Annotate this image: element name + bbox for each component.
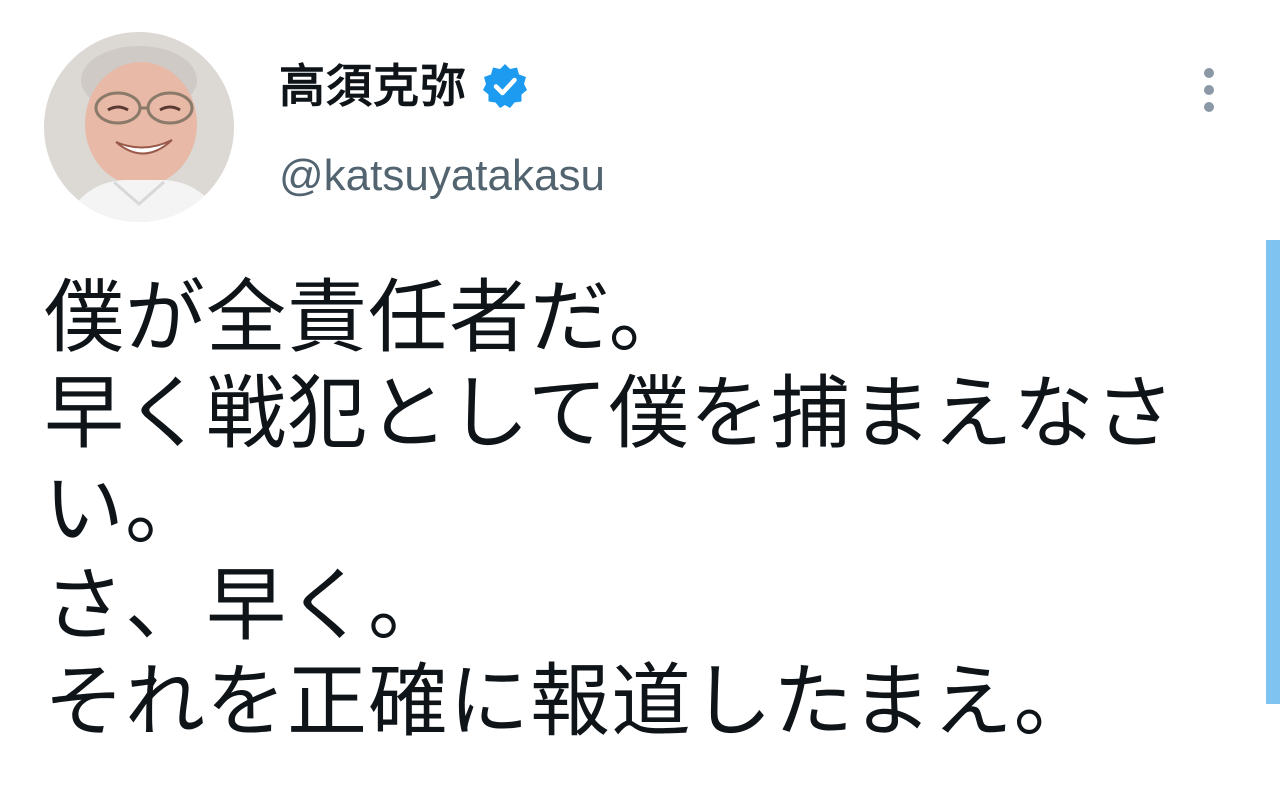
author-handle[interactable]: @katsuyatakasu <box>279 146 605 206</box>
display-name-row: 高須克弥 <box>279 56 605 116</box>
verified-badge-icon <box>481 62 529 110</box>
more-dot-3 <box>1204 102 1214 112</box>
more-options-icon[interactable] <box>1188 62 1230 118</box>
more-dot-1 <box>1204 68 1214 78</box>
tweet-line-5: それを正確に報道したまえ。 <box>44 655 1095 748</box>
tweet-line-3: い。 <box>44 463 206 556</box>
more-dot-2 <box>1204 85 1214 95</box>
tweet-line-1: 僕が全責任者だ。 <box>44 271 690 364</box>
author-display-name[interactable]: 高須克弥 <box>279 56 467 116</box>
tweet-line-4: さ、早く。 <box>44 559 449 652</box>
scrollbar[interactable] <box>1266 240 1280 704</box>
tweet-text: 僕が全責任者だ。 早く戦犯として僕を捕まえなさ い。 さ、早く。 それを正確に報… <box>44 270 1194 750</box>
author-avatar[interactable] <box>44 32 234 222</box>
avatar-photo <box>44 32 234 222</box>
tweet-header: 高須克弥 @katsuyatakasu <box>0 0 1280 240</box>
tweet-line-2: 早く戦犯として僕を捕まえなさ <box>44 367 1176 460</box>
author-info: 高須克弥 @katsuyatakasu <box>279 56 605 206</box>
